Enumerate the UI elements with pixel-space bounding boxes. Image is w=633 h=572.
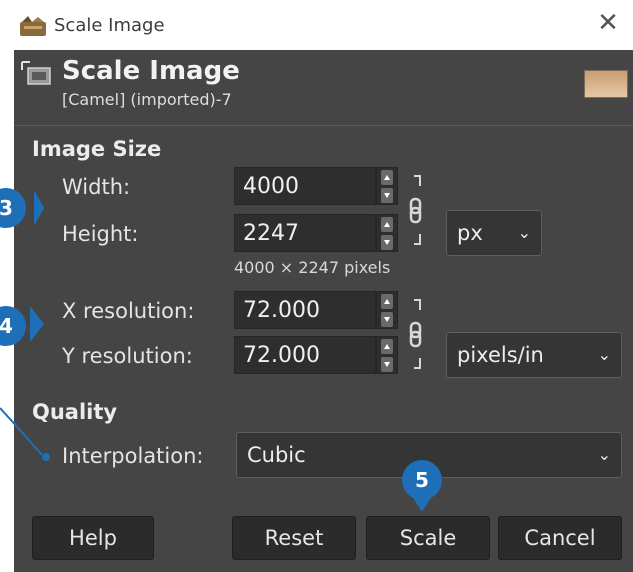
x-resolution-input[interactable]: 72.000 [234, 291, 376, 329]
increment-icon[interactable] [381, 217, 393, 232]
interpolation-value: Cubic [247, 443, 306, 467]
header-divider [14, 125, 633, 126]
width-spinner[interactable] [376, 167, 398, 205]
size-unit-dropdown[interactable]: px ⌄ [446, 210, 542, 256]
decrement-icon[interactable] [381, 188, 393, 203]
resolution-unit-dropdown[interactable]: pixels/in ⌄ [446, 332, 622, 378]
increment-icon[interactable] [381, 294, 393, 309]
decrement-icon[interactable] [381, 312, 393, 327]
cancel-button[interactable]: Cancel [498, 516, 622, 560]
height-input[interactable]: 2247 [234, 214, 376, 252]
x-resolution-spinner[interactable] [376, 291, 398, 329]
quality-heading: Quality [32, 400, 118, 424]
width-label: Width: [62, 175, 131, 199]
width-input[interactable]: 4000 [234, 167, 376, 205]
help-button[interactable]: Help [32, 516, 154, 560]
decrement-icon[interactable] [381, 357, 393, 372]
y-resolution-label: Y resolution: [62, 344, 193, 368]
scale-image-dialog: Scale Image ✕ Scale Image [Camel] (impor… [14, 0, 633, 572]
decrement-icon[interactable] [381, 235, 393, 250]
chain-link-icon[interactable] [406, 172, 430, 250]
x-resolution-label: X resolution: [62, 299, 195, 323]
title-bar: Scale Image ✕ [14, 0, 633, 50]
image-name: [Camel] (imported)-7 [62, 90, 232, 109]
y-resolution-spinner[interactable] [376, 336, 398, 374]
pixel-dimensions: 4000 × 2247 pixels [234, 258, 391, 277]
close-icon[interactable]: ✕ [593, 8, 623, 38]
y-resolution-input[interactable]: 72.000 [234, 336, 376, 374]
interpolation-label: Interpolation: [62, 444, 204, 468]
window-title: Scale Image [54, 15, 165, 36]
increment-icon[interactable] [381, 170, 393, 185]
size-unit-value: px [457, 221, 483, 245]
image-thumbnail [584, 70, 628, 98]
height-label: Height: [62, 222, 139, 246]
gimp-icon [20, 16, 46, 36]
callout-5: 5 [402, 460, 442, 500]
scale-image-icon [21, 61, 51, 85]
scale-button[interactable]: Scale [366, 516, 490, 560]
chevron-down-icon: ⌄ [597, 445, 611, 464]
chain-link-icon[interactable] [406, 296, 430, 374]
chevron-down-icon: ⌄ [517, 223, 531, 242]
reset-button[interactable]: Reset [232, 516, 356, 560]
dialog-heading: Scale Image [62, 56, 240, 86]
increment-icon[interactable] [381, 339, 393, 354]
height-spinner[interactable] [376, 214, 398, 252]
image-size-heading: Image Size [32, 137, 162, 161]
chevron-down-icon: ⌄ [597, 345, 611, 364]
resolution-unit-value: pixels/in [457, 343, 544, 367]
